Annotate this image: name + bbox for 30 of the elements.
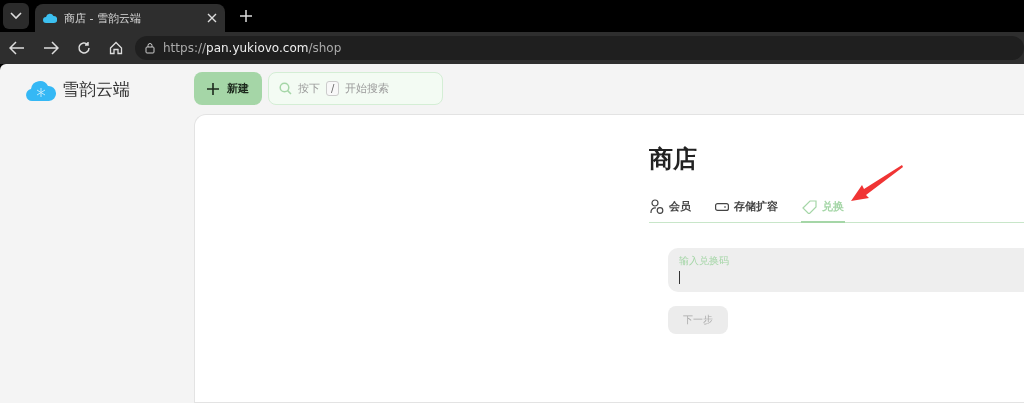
arrow-drawing [850,163,904,203]
url-text: https://pan.yukiovo.com/shop [163,41,342,55]
search-hint: 开始搜索 [345,81,390,96]
shortcut-key: / [326,81,340,96]
new-tab-icon[interactable] [239,9,253,23]
storage-icon [715,202,729,211]
ticket-icon [802,199,817,214]
tab[interactable]: 存储扩容 [714,199,779,223]
address-bar[interactable]: https://pan.yukiovo.com/shop [135,36,1024,60]
home-icon[interactable] [109,41,123,55]
tab[interactable]: 会员 [649,199,692,223]
app-name: 雪韵云端 [62,78,130,101]
search-icon [279,82,292,95]
tab-title: 商店 - 雪韵云端 [64,10,142,26]
new-button[interactable]: 新建 [194,72,262,105]
plus-icon [207,82,219,95]
close-icon[interactable] [207,13,217,23]
cloud-logo-icon [26,78,56,101]
reload-icon[interactable] [77,41,91,55]
user-icon [650,199,664,214]
chevron-down-icon [10,12,22,20]
forward-icon[interactable] [43,41,59,55]
cloud-icon [43,13,57,23]
tab-list-button[interactable] [3,3,29,29]
page-title: 商店 [649,144,698,175]
search-field[interactable]: 按下 / 开始搜索 [268,72,443,105]
browser-tab[interactable]: 商店 - 雪韵云端 [35,4,225,32]
lock-icon [145,42,155,54]
back-icon[interactable] [9,41,25,55]
search-hint: 按下 [298,81,320,96]
